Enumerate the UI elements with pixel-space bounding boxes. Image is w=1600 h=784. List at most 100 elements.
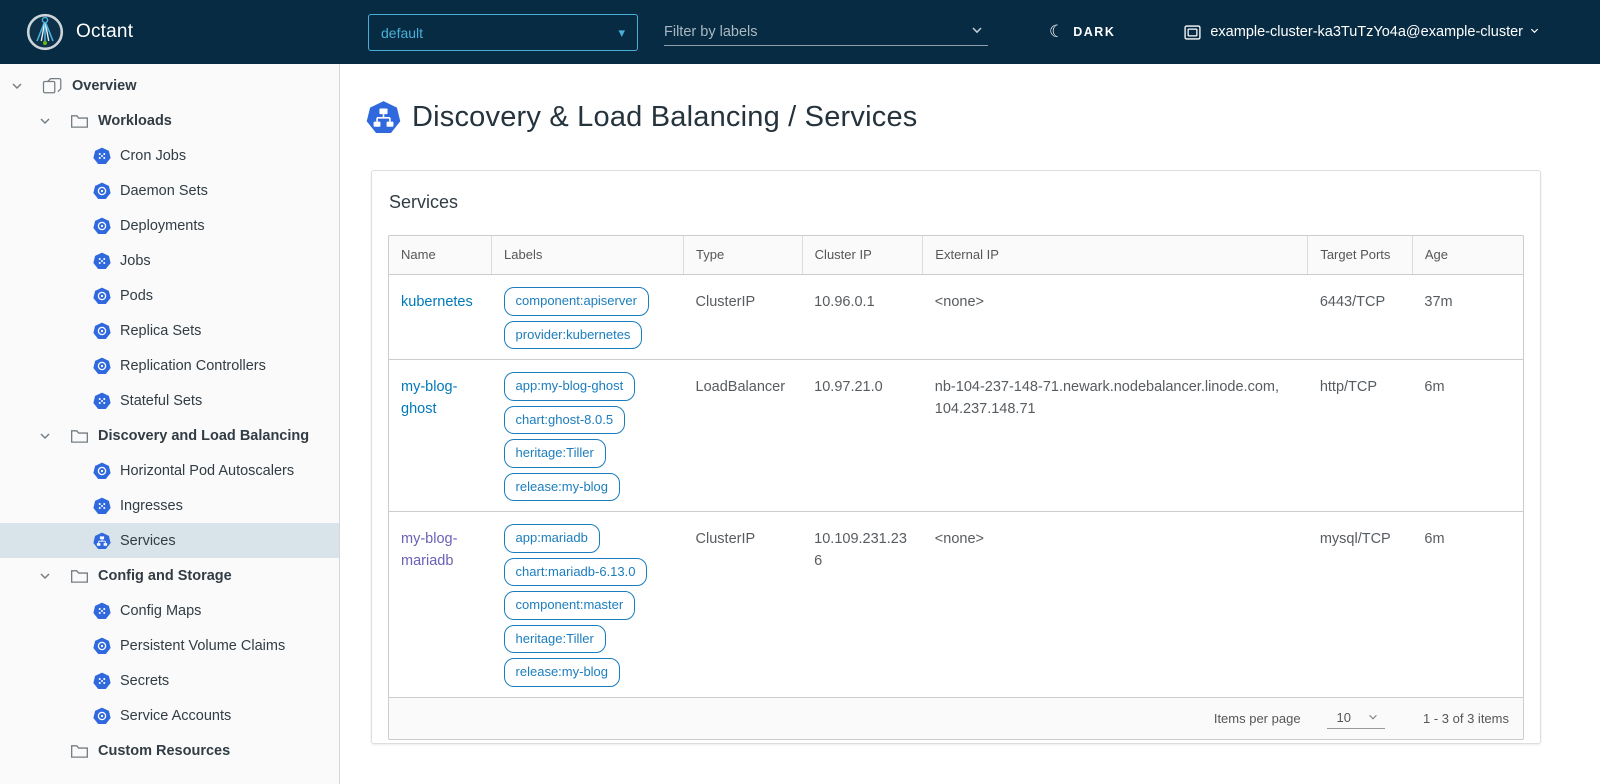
label-badge[interactable]: chart:mariadb-6.13.0 bbox=[504, 558, 648, 587]
service-name-link[interactable]: my-blog-ghost bbox=[401, 379, 457, 417]
service-heptagon-icon bbox=[366, 100, 401, 135]
replication-controllers-icon bbox=[93, 357, 111, 375]
sidebar-item-config-and-storage[interactable]: Config and Storage bbox=[0, 558, 339, 593]
label-filter-placeholder: Filter by labels bbox=[664, 24, 757, 40]
label-badge[interactable]: chart:ghost-8.0.5 bbox=[504, 406, 626, 435]
sidebar-item-daemon-sets[interactable]: Daemon Sets bbox=[0, 173, 339, 208]
label-badge[interactable]: provider:kubernetes bbox=[504, 321, 643, 350]
label-badge[interactable]: heritage:Tiller bbox=[504, 439, 606, 468]
sidebar-item-label: Persistent Volume Claims bbox=[120, 638, 285, 654]
column-header: Age bbox=[1412, 236, 1523, 275]
sidebar-item-deployments[interactable]: Deployments bbox=[0, 208, 339, 243]
column-header: External IP bbox=[923, 236, 1308, 275]
horizontal-pod-autoscalers-icon bbox=[93, 462, 111, 480]
target-ports-cell: 6443/TCP bbox=[1308, 275, 1413, 360]
column-header: Name bbox=[389, 236, 492, 275]
sidebar-item-label: Deployments bbox=[120, 218, 205, 234]
sidebar-item-discovery-and-load-balancing[interactable]: Discovery and Load Balancing bbox=[0, 418, 339, 453]
age-cell: 6m bbox=[1412, 360, 1523, 512]
overview-icon bbox=[42, 77, 63, 95]
brand[interactable]: Octant bbox=[26, 13, 133, 51]
sidebar-item-label: Config and Storage bbox=[98, 568, 232, 584]
label-filter-input[interactable]: Filter by labels bbox=[664, 18, 988, 46]
sidebar-item-replica-sets[interactable]: Replica Sets bbox=[0, 313, 339, 348]
table-row: kubernetes component:apiserver provider:ku… bbox=[389, 275, 1523, 360]
label-badge[interactable]: app:mariadb bbox=[504, 524, 600, 553]
sidebar-item-ingresses[interactable]: Ingresses bbox=[0, 488, 339, 523]
target-ports-cell: mysql/TCP bbox=[1308, 512, 1413, 697]
external-ip-cell: <none> bbox=[923, 512, 1308, 697]
services-card: Services NameLabelsTypeCluster IPExterna… bbox=[371, 170, 1541, 744]
type-cell: ClusterIP bbox=[684, 512, 803, 697]
items-per-page-label: Items per page bbox=[1214, 711, 1301, 726]
sidebar-item-label: Service Accounts bbox=[120, 708, 231, 724]
sidebar-item-jobs[interactable]: Jobs bbox=[0, 243, 339, 278]
sidebar-item-config-maps[interactable]: Config Maps bbox=[0, 593, 339, 628]
label-badge[interactable]: heritage:Tiller bbox=[504, 625, 606, 654]
sidebar-item-horizontal-pod-autoscalers[interactable]: Horizontal Pod Autoscalers bbox=[0, 453, 339, 488]
table-body: kubernetes component:apiserver provider:ku… bbox=[389, 275, 1523, 697]
label-badge[interactable]: release:my-blog bbox=[504, 473, 621, 502]
sidebar-item-label: Ingresses bbox=[120, 498, 183, 514]
services-table: NameLabelsTypeCluster IPExternal IPTarge… bbox=[388, 235, 1524, 740]
workloads-icon bbox=[70, 112, 89, 129]
cluster-ip-cell: 10.96.0.1 bbox=[802, 275, 923, 360]
label-badge[interactable]: component:master bbox=[504, 591, 636, 620]
column-header: Cluster IP bbox=[802, 236, 923, 275]
label-badge[interactable]: release:my-blog bbox=[504, 658, 621, 687]
chevron-down-icon[interactable] bbox=[970, 23, 984, 41]
deployments-icon bbox=[93, 217, 111, 235]
external-ip-cell: <none> bbox=[923, 275, 1308, 360]
service-accounts-icon bbox=[93, 707, 111, 725]
service-name-link[interactable]: kubernetes bbox=[401, 294, 473, 310]
sidebar-item-label: Custom Resources bbox=[98, 743, 230, 759]
config-and-storage-icon bbox=[70, 567, 89, 584]
cron-jobs-icon bbox=[93, 147, 111, 165]
service-name-link[interactable]: my-blog-mariadb bbox=[401, 531, 457, 569]
chevron-down-icon bbox=[1529, 24, 1548, 40]
sidebar-item-service-accounts[interactable]: Service Accounts bbox=[0, 698, 339, 733]
sidebar-item-replication-controllers[interactable]: Replication Controllers bbox=[0, 348, 339, 383]
sidebar-item-label: Services bbox=[120, 533, 176, 549]
chevron-down-icon[interactable] bbox=[10, 79, 24, 93]
table-header-row: NameLabelsTypeCluster IPExternal IPTarge… bbox=[389, 236, 1523, 275]
page-size-select[interactable]: 10 bbox=[1327, 708, 1385, 729]
sidebar-item-stateful-sets[interactable]: Stateful Sets bbox=[0, 383, 339, 418]
label-badge[interactable]: component:apiserver bbox=[504, 287, 649, 316]
daemon-sets-icon bbox=[93, 182, 111, 200]
sidebar-item-overview[interactable]: Overview bbox=[0, 68, 339, 103]
namespace-select-value: default bbox=[381, 25, 423, 41]
table-row: my-blog-mariadb app:mariadb chart:mariadb-… bbox=[389, 512, 1523, 697]
column-header: Type bbox=[684, 236, 803, 275]
sidebar-item-custom-resources[interactable]: Custom Resources bbox=[0, 733, 339, 768]
sidebar-item-cron-jobs[interactable]: Cron Jobs bbox=[0, 138, 339, 173]
config-maps-icon bbox=[93, 602, 111, 620]
dark-theme-toggle[interactable]: ☾ DARK bbox=[1049, 0, 1115, 64]
card-title: Services bbox=[389, 192, 1524, 213]
sidebar-item-services[interactable]: Services bbox=[0, 523, 339, 558]
main-content: Discovery & Load Balancing / Services Se… bbox=[341, 64, 1600, 784]
sidebar-item-secrets[interactable]: Secrets bbox=[0, 663, 339, 698]
chevron-down-icon[interactable] bbox=[38, 569, 52, 583]
sidebar-item-workloads[interactable]: Workloads bbox=[0, 103, 339, 138]
label-badge[interactable]: app:my-blog-ghost bbox=[504, 372, 636, 401]
page-title: Discovery & Load Balancing / Services bbox=[412, 101, 917, 134]
type-cell: LoadBalancer bbox=[684, 360, 803, 512]
sidebar-item-persistent-volume-claims[interactable]: Persistent Volume Claims bbox=[0, 628, 339, 663]
discovery-and-load-balancing-icon bbox=[70, 427, 89, 444]
type-cell: ClusterIP bbox=[684, 275, 803, 360]
sidebar-item-pods[interactable]: Pods bbox=[0, 278, 339, 313]
sidebar-item-label: Replication Controllers bbox=[120, 358, 266, 374]
namespace-select[interactable]: default ▾ bbox=[368, 14, 638, 51]
cluster-selector-value: example-cluster-ka3TuTzYo4a@example-clus… bbox=[1210, 24, 1523, 40]
cluster-selector[interactable]: example-cluster-ka3TuTzYo4a@example-clus… bbox=[1183, 0, 1548, 64]
chevron-down-icon[interactable] bbox=[38, 114, 52, 128]
chevron-down-icon bbox=[1367, 711, 1379, 723]
sidebar-item-label: Jobs bbox=[120, 253, 151, 269]
secrets-icon bbox=[93, 672, 111, 690]
cluster-ip-cell: 10.109.231.236 bbox=[802, 512, 923, 697]
chevron-down-icon[interactable] bbox=[38, 429, 52, 443]
sidebar-item-label: Overview bbox=[72, 78, 137, 94]
moon-icon: ☾ bbox=[1049, 22, 1064, 42]
stateful-sets-icon bbox=[93, 392, 111, 410]
